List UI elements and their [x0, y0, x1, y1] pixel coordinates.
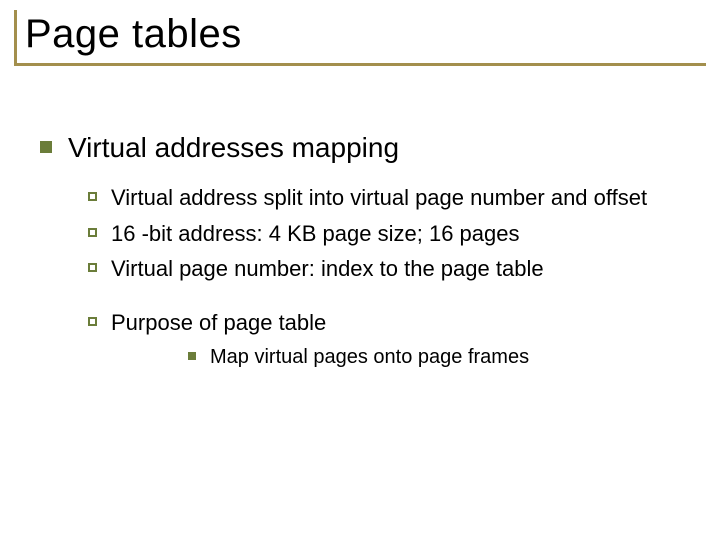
bullet-level1: Virtual addresses mapping — [40, 130, 680, 165]
level2-text: 16 -bit address: 4 KB page size; 16 page… — [111, 219, 519, 249]
slide-title: Page tables — [14, 10, 706, 63]
level3-text: Map virtual pages onto page frames — [210, 344, 529, 370]
hollow-square-bullet-icon — [88, 317, 97, 326]
square-bullet-icon — [40, 141, 52, 153]
title-underline — [14, 63, 706, 66]
slide-body: Virtual addresses mapping Virtual addres… — [40, 130, 680, 394]
title-block: Page tables — [14, 10, 706, 66]
level2-text: Virtual page number: index to the page t… — [111, 254, 544, 284]
level2-text: Virtual address split into virtual page … — [111, 183, 647, 213]
level1-text: Virtual addresses mapping — [68, 130, 399, 165]
hollow-square-bullet-icon — [88, 192, 97, 201]
bullet-level2: Virtual address split into virtual page … — [88, 183, 680, 213]
bullet-level2: Virtual page number: index to the page t… — [88, 254, 680, 284]
bullet-level2: Purpose of page table — [88, 308, 680, 338]
slide: Page tables Virtual addresses mapping Vi… — [0, 0, 720, 540]
level2-group-a: Virtual address split into virtual page … — [88, 183, 680, 284]
bullet-level3: Map virtual pages onto page frames — [188, 344, 680, 370]
hollow-square-bullet-icon — [88, 228, 97, 237]
square-bullet-icon — [188, 352, 196, 360]
level2-text: Purpose of page table — [111, 308, 326, 338]
bullet-level2: 16 -bit address: 4 KB page size; 16 page… — [88, 219, 680, 249]
hollow-square-bullet-icon — [88, 263, 97, 272]
level3-group: Map virtual pages onto page frames — [188, 344, 680, 370]
level2-group-b: Purpose of page table Map virtual pages … — [88, 308, 680, 370]
